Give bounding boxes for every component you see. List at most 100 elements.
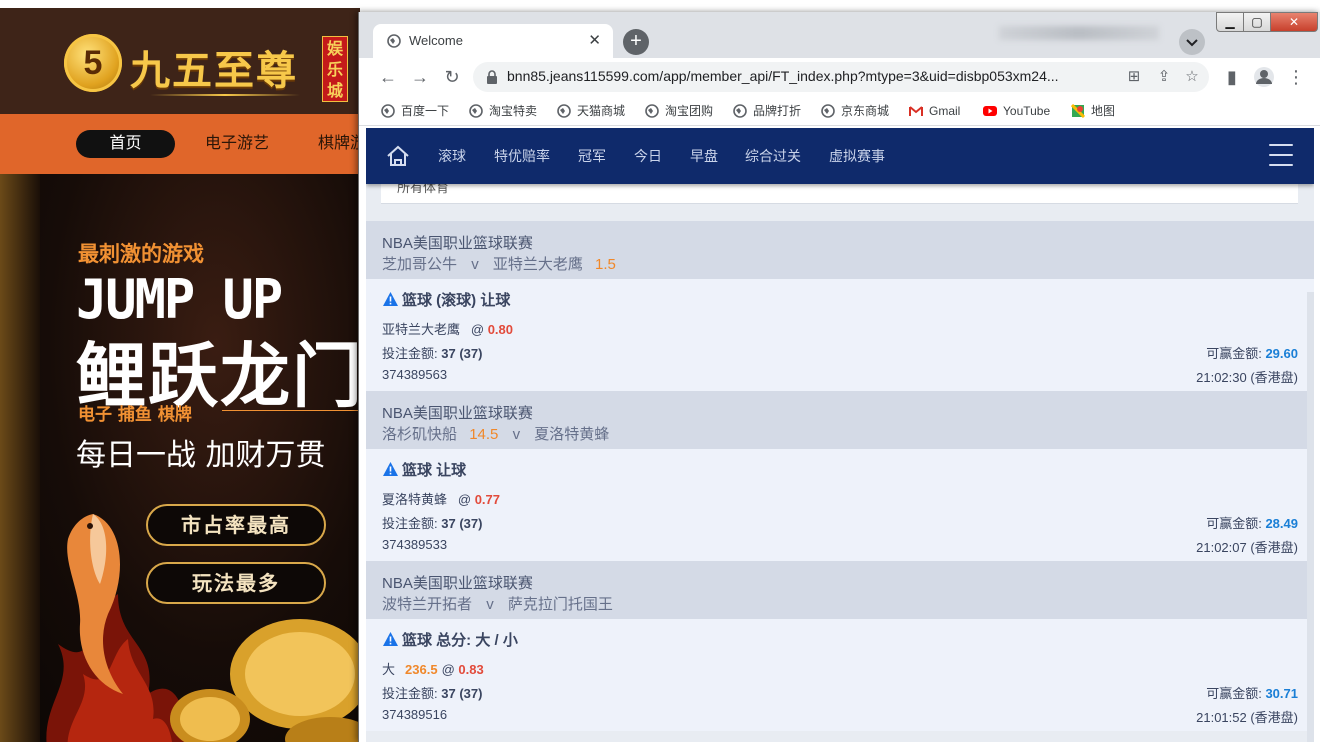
translate-icon[interactable]: ⊞	[1125, 68, 1143, 86]
tab-title: Welcome	[409, 33, 463, 48]
scrollbar[interactable]	[1307, 292, 1314, 742]
globe-icon	[469, 104, 483, 118]
reload-icon[interactable]: ↻	[441, 66, 463, 88]
globe-icon	[387, 34, 401, 48]
bet-match-header: NBA美国职业篮球联赛 洛杉矶快船 14.5 v 夏洛特黄蜂	[366, 391, 1314, 449]
selection-name: 大	[382, 662, 396, 677]
bet-match-header: NBA美国职业篮球联赛 芝加哥公牛 v 亚特兰大老鹰 1.5	[366, 221, 1314, 279]
stake-label: 投注金额:	[382, 346, 438, 361]
handicap-value: 1.5	[595, 256, 616, 273]
tab-close-icon[interactable]: ✕	[588, 31, 601, 49]
bookmark-taobao-group[interactable]: 淘宝团购	[645, 101, 713, 121]
site-nav-home[interactable]: 首页	[76, 130, 175, 158]
league-name: NBA美国职业篮球联赛	[382, 235, 533, 252]
stake-amount: 37 (37)	[441, 346, 483, 361]
gmail-icon	[909, 106, 923, 116]
blurred-region	[999, 26, 1159, 40]
bet-details: 篮球 总分: 大 / 小 大 236.5 @ 0.83 投注金额: 37 (37) …	[366, 619, 1314, 731]
banner-pill-most-games[interactable]: 玩法最多	[146, 562, 326, 604]
nav-parlay[interactable]: 综合过关	[745, 146, 801, 166]
bet-match-header: NBA美国职业篮球联赛 波特兰开拓者 v 萨克拉门托国王	[366, 561, 1314, 619]
odds-value: 0.77	[474, 492, 500, 507]
koi-fish-image	[67, 514, 123, 694]
tab-search-button[interactable]	[1179, 29, 1205, 55]
nav-virtual[interactable]: 虚拟赛事	[829, 146, 885, 166]
stake-label: 投注金额:	[382, 516, 438, 531]
site-nav-electronic-games[interactable]: 电子游艺	[205, 130, 269, 158]
back-icon[interactable]: ←	[377, 66, 399, 88]
home-icon[interactable]	[386, 145, 410, 167]
nav-today[interactable]: 今日	[634, 146, 662, 166]
browser-toolbar: ← → ↻ bnn85.jeans115599.com/app/member_a…	[359, 58, 1320, 96]
bookmark-gmail[interactable]: Gmail	[909, 101, 960, 121]
bookmark-youtube[interactable]: YouTube	[983, 101, 1050, 121]
minimize-button[interactable]: ▁	[1216, 12, 1244, 32]
share-icon[interactable]: ⇪	[1155, 68, 1173, 86]
promo-banner[interactable]: 最刺激的游戏 JUMP UP 鲤跃龙门 电子 捕鱼 棋牌 每日一战 加财万贯 市…	[0, 174, 360, 742]
bet-type-label: 篮球 总分: 大 / 小	[402, 632, 518, 649]
bookmark-baidu[interactable]: 百度一下	[381, 101, 449, 121]
globe-icon	[821, 104, 835, 118]
nav-early[interactable]: 早盘	[690, 146, 718, 166]
close-window-button[interactable]: ✕	[1270, 12, 1318, 32]
bet-time: 21:02:30 (香港盘)	[1196, 370, 1298, 385]
bet-slip-item: NBA美国职业篮球联赛 波特兰开拓者 v 萨克拉门托国王 篮球 总分: 大 / …	[366, 561, 1314, 731]
selection-name: 亚特兰大老鹰	[382, 322, 461, 337]
browser-window: Welcome ✕ + ▁ ▢ ✕ ← → ↻ bnn85.jeans11559…	[358, 12, 1320, 742]
banner-pill-market-share[interactable]: 市占率最高	[146, 504, 326, 546]
total-line: 236.5	[405, 662, 438, 677]
nav-in-play[interactable]: 滚球	[438, 146, 466, 166]
ticket-id: 374389516	[382, 707, 448, 722]
address-bar[interactable]: bnn85.jeans115599.com/app/member_api/FT_…	[473, 62, 1209, 92]
match-teams: 波特兰开拓者 v 萨克拉门托国王	[382, 593, 613, 614]
bet-type-label: 篮球 让球	[402, 462, 467, 479]
bookmark-taobao-sale[interactable]: 淘宝特卖	[469, 101, 537, 121]
site-logo-icon[interactable]: 5	[64, 34, 122, 92]
banner-tagline: 最刺激的游戏	[78, 242, 204, 266]
bet-time: 21:01:52 (香港盘)	[1196, 710, 1298, 725]
maximize-button[interactable]: ▢	[1243, 12, 1271, 32]
away-team: 萨克拉门托国王	[507, 596, 613, 613]
more-menu-icon[interactable]: ⋮	[1285, 66, 1307, 88]
sports-nav: 滚球 特优赔率 冠军 今日 早盘 综合过关 虚拟赛事	[366, 128, 1314, 184]
win-amount: 29.60	[1265, 346, 1298, 361]
bet-type: 篮球 让球	[382, 459, 466, 480]
site-logo-text[interactable]: 九五至尊	[130, 38, 298, 96]
league-name: NBA美国职业篮球联赛	[382, 575, 533, 592]
new-tab-button[interactable]: +	[623, 29, 649, 55]
stake: 投注金额: 37 (37)	[382, 513, 482, 532]
hamburger-menu-icon[interactable]	[1269, 144, 1293, 166]
profile-avatar-icon[interactable]	[1253, 66, 1275, 88]
nav-outright[interactable]: 冠军	[578, 146, 606, 166]
win-label: 可赢金额:	[1206, 516, 1262, 531]
site-nav-card-games[interactable]: 棋牌游	[318, 130, 360, 158]
at-symbol: @	[457, 492, 472, 507]
bookmark-star-icon[interactable]: ☆	[1183, 68, 1201, 86]
side-panel-icon[interactable]: ▮	[1221, 66, 1243, 88]
bookmark-tmall[interactable]: 天猫商城	[557, 101, 625, 121]
tab-welcome[interactable]: Welcome ✕	[373, 24, 613, 58]
bookmark-brand-discount[interactable]: 品牌打折	[733, 101, 801, 121]
globe-icon	[733, 104, 747, 118]
nav-best-odds[interactable]: 特优赔率	[494, 146, 550, 166]
warning-icon	[383, 632, 398, 646]
forward-icon[interactable]: →	[409, 66, 431, 88]
bet-details: 篮球 让球 夏洛特黄蜂 @ 0.77 投注金额: 37 (37) 可赢金额: 2…	[366, 449, 1314, 561]
versus-label: v	[486, 596, 494, 613]
globe-icon	[557, 104, 571, 118]
bookmark-maps[interactable]: 地图	[1071, 101, 1115, 121]
background-website: 5 九五至尊 娱乐城 首页 电子游艺 棋牌游 最刺激的游戏 JUMP UP 鲤跃…	[0, 0, 360, 742]
bookmark-jd[interactable]: 京东商城	[821, 101, 889, 121]
league-name: NBA美国职业篮球联赛	[382, 405, 533, 422]
chevron-down-icon	[1186, 39, 1198, 47]
lock-icon[interactable]	[485, 69, 499, 85]
at-symbol: @	[441, 662, 455, 677]
stake-label: 投注金额:	[382, 686, 438, 701]
selection-name: 夏洛特黄蜂	[382, 492, 448, 507]
gold-coins-image	[170, 619, 360, 742]
at-symbol: @	[470, 322, 485, 337]
url-text[interactable]: bnn85.jeans115599.com/app/member_api/FT_…	[507, 68, 1117, 84]
banner-slogan: 每日一战 加财万贯	[76, 438, 326, 473]
bet-slip-item: NBA美国职业篮球联赛 洛杉矶快船 14.5 v 夏洛特黄蜂 篮球 让球 夏洛特…	[366, 391, 1314, 561]
title-bar: Welcome ✕ + ▁ ▢ ✕	[359, 12, 1320, 58]
